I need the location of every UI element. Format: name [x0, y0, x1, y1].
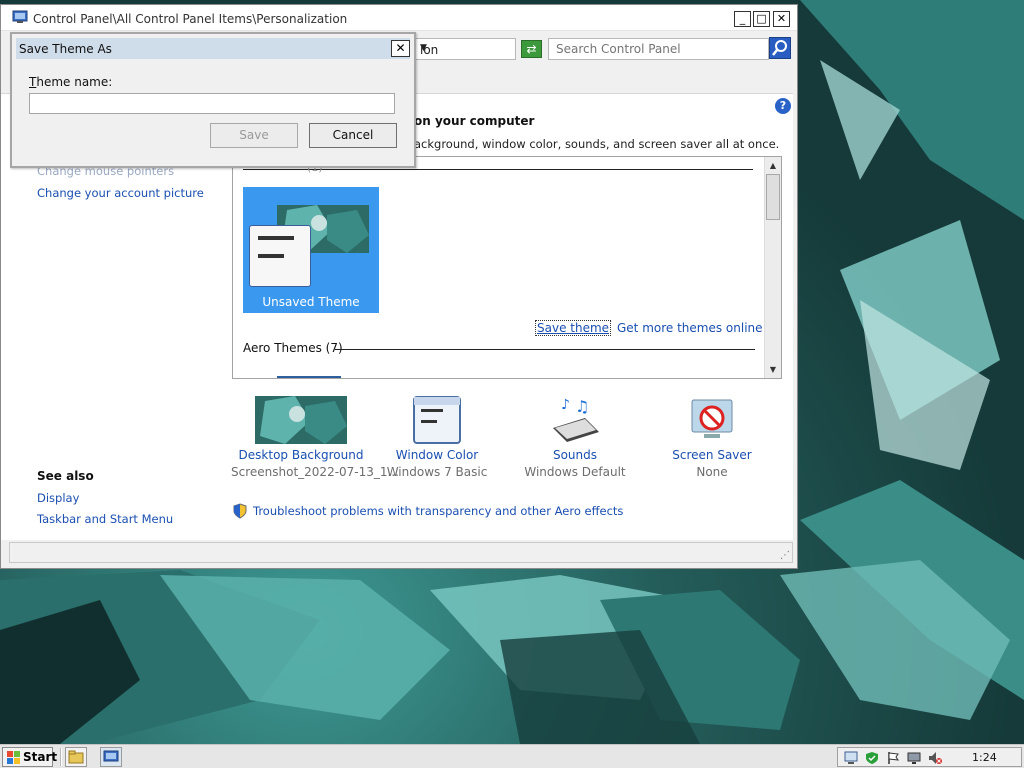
- desktop-background-link[interactable]: Desktop Background: [231, 448, 371, 462]
- page-heading: on your computer: [414, 114, 535, 128]
- theme-name-input[interactable]: [29, 93, 395, 114]
- desktop-background-icon: [255, 396, 347, 444]
- maximize-button[interactable]: □: [753, 11, 770, 27]
- screen-saver-setting[interactable]: Screen Saver None: [642, 396, 782, 479]
- window-color-link[interactable]: Window Color: [367, 448, 507, 462]
- explorer-icon: [68, 750, 84, 764]
- window-color-icon: [413, 396, 461, 444]
- control-panel-icon: [12, 10, 28, 23]
- dialog-titlebar: Save Theme As ✕: [16, 38, 410, 59]
- theme-name-label: Theme name:: [29, 75, 112, 89]
- aero-themes-rule: [335, 349, 755, 350]
- start-label: Start: [23, 750, 58, 764]
- theme-name-label-text: heme name:: [36, 75, 113, 89]
- see-also-heading: See also: [37, 469, 94, 483]
- status-bar: ⋰: [9, 542, 793, 563]
- taskbar: Start 1:24: [0, 744, 1024, 768]
- shield-icon: [233, 503, 247, 519]
- search-icon: [772, 40, 787, 56]
- resize-grip-icon[interactable]: ⋰: [780, 550, 790, 561]
- start-button[interactable]: Start: [2, 747, 57, 767]
- screen-saver-link[interactable]: Screen Saver: [642, 448, 782, 462]
- save-button[interactable]: Save: [210, 123, 298, 148]
- chevron-down-icon[interactable]: ▼: [420, 43, 513, 53]
- dialog-close-button[interactable]: ✕: [391, 40, 410, 57]
- sounds-value: Windows Default: [524, 465, 626, 479]
- control-panel-taskbar-icon: [103, 750, 119, 762]
- taskbar-separator: [60, 748, 62, 766]
- aero-themes-label: Aero Themes (7): [243, 341, 343, 355]
- security-shield-icon[interactable]: [865, 751, 879, 765]
- troubleshoot-aero-link[interactable]: Troubleshoot problems with transparency …: [253, 504, 623, 518]
- sounds-icon: ♪ ♫: [553, 397, 599, 442]
- svg-text:♪: ♪: [561, 397, 570, 413]
- action-center-flag-icon[interactable]: [886, 751, 900, 765]
- see-also-taskbar-link[interactable]: Taskbar and Start Menu: [37, 512, 173, 526]
- theme-list-scrollbar[interactable]: ▲ ▼: [764, 157, 781, 378]
- close-button[interactable]: ✕: [773, 11, 790, 27]
- svg-text:♫: ♫: [575, 397, 589, 416]
- taskbar-control-panel-button[interactable]: [100, 747, 122, 767]
- help-icon[interactable]: ?: [775, 98, 791, 114]
- taskbar-explorer-button[interactable]: [65, 747, 87, 767]
- window-titlebar: Control Panel\All Control Panel Items\Pe…: [1, 5, 797, 31]
- clock[interactable]: 1:24: [972, 751, 997, 764]
- unsaved-theme-tile[interactable]: Unsaved Theme: [243, 187, 379, 313]
- screen-saver-value: None: [696, 465, 728, 479]
- window-color-value: Windows 7 Basic: [386, 465, 488, 479]
- volume-muted-icon[interactable]: [928, 751, 942, 765]
- screen-saver-icon: [691, 399, 733, 438]
- aero-theme-tile-partial[interactable]: [277, 376, 341, 378]
- cancel-button[interactable]: Cancel: [309, 123, 397, 148]
- sounds-link[interactable]: Sounds: [505, 448, 645, 462]
- desktop-background-setting[interactable]: Desktop Background Screenshot_2022-07-13…: [231, 396, 399, 479]
- see-also-display-link[interactable]: Display: [37, 491, 79, 505]
- windows-logo-icon: [7, 751, 20, 764]
- window-color-setting[interactable]: Window Color Windows 7 Basic: [367, 396, 507, 479]
- address-combo[interactable]: ion ▼: [409, 38, 516, 60]
- search-button[interactable]: [769, 37, 791, 59]
- scroll-thumb[interactable]: [766, 174, 780, 220]
- network-icon[interactable]: [844, 751, 858, 765]
- save-theme-dialog: Save Theme As ✕ Theme name: Save Cancel: [10, 32, 416, 168]
- scroll-down-icon[interactable]: ▼: [765, 361, 781, 378]
- scroll-up-icon[interactable]: ▲: [765, 157, 781, 174]
- refresh-icon[interactable]: ⇄: [521, 40, 542, 58]
- dialog-title: Save Theme As: [19, 42, 112, 56]
- change-account-picture-link[interactable]: Change your account picture: [37, 186, 204, 200]
- save-theme-link[interactable]: Save theme: [535, 320, 612, 336]
- search-box[interactable]: [548, 38, 769, 60]
- page-subtitle: ackground, window color, sounds, and scr…: [414, 137, 780, 151]
- minimize-button[interactable]: _: [734, 11, 751, 27]
- system-tray: 1:24: [837, 747, 1022, 767]
- theme-list[interactable]: (1) Unsaved Theme Save theme Get more th…: [232, 156, 782, 379]
- search-input[interactable]: [549, 39, 768, 59]
- display-monitor-icon[interactable]: [907, 751, 921, 765]
- get-more-themes-link[interactable]: Get more themes online: [617, 321, 763, 335]
- window-title: Control Panel\All Control Panel Items\Pe…: [33, 12, 348, 26]
- sounds-setting[interactable]: ♪ ♫ Sounds Windows Default: [505, 396, 645, 479]
- window-preview-icon: [249, 225, 311, 287]
- desktop-background-value: Screenshot_2022-07-13_1...: [231, 465, 399, 479]
- unsaved-theme-label: Unsaved Theme: [262, 295, 360, 309]
